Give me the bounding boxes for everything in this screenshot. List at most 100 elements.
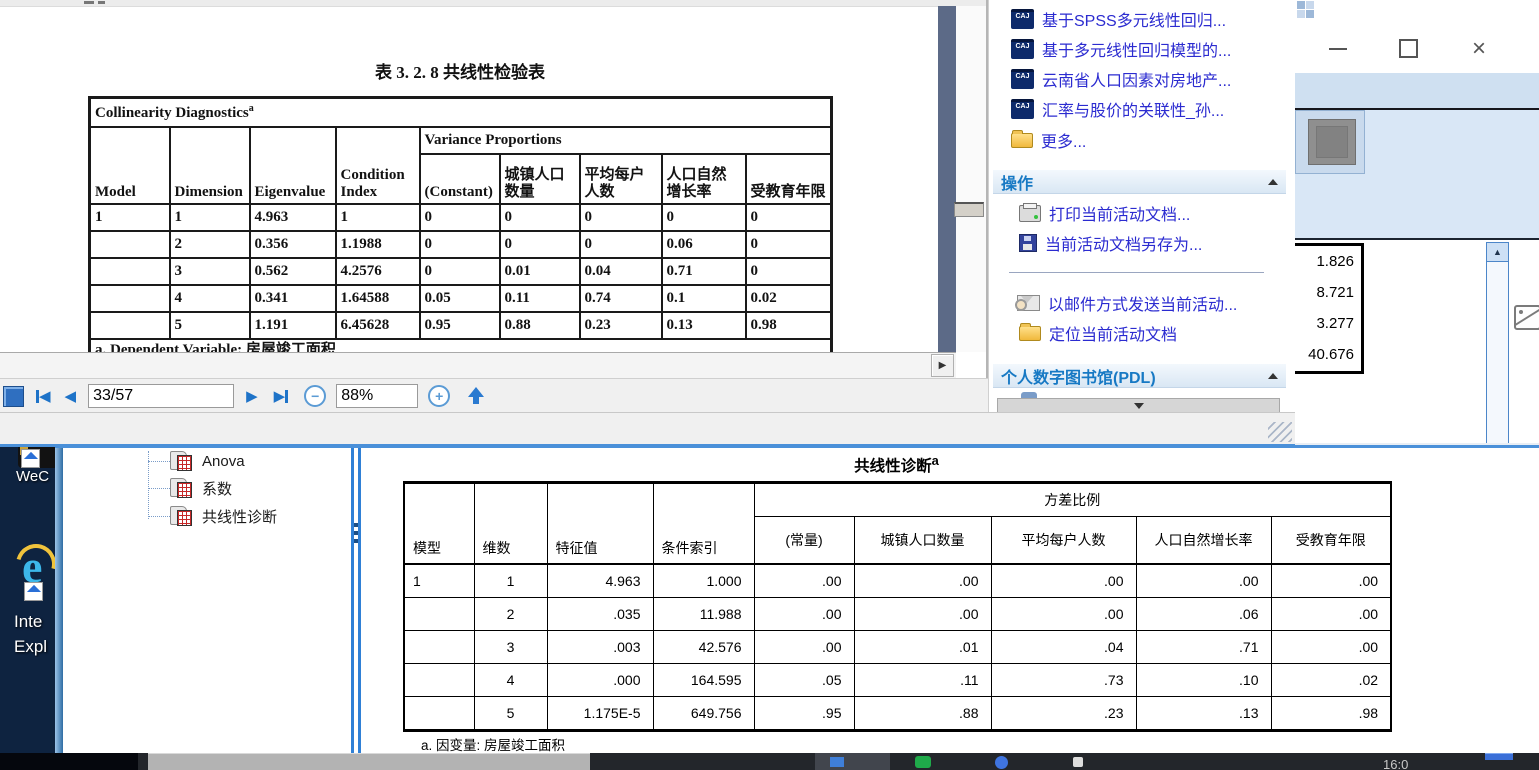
page-thumbnail[interactable] [1295,110,1365,174]
cell: 1 [168,203,251,232]
pdl-section-header[interactable]: 个人数字图书馆(PDL) [993,364,1286,388]
col-header: 平均每户人数 [578,153,663,205]
cell [88,230,171,259]
cell: 0.95 [418,311,501,340]
minimize-button[interactable] [1315,24,1361,73]
separator [1293,238,1539,240]
window-bottom-strip [0,412,1295,445]
preview-toolbar [1293,73,1539,108]
related-doc-link[interactable]: 汇率与股价的关联性_孙... [1011,96,1224,122]
cell: .88 [853,696,992,731]
scrollbar-thumb[interactable] [954,202,984,217]
cell: .00 [1270,597,1392,631]
table-footnote: a. 因变量: 房屋竣工面积 [421,738,566,753]
col-header: 人口自然增长率 [660,153,747,205]
page-nav-toolbar: ◀ ◀ ▶ ▶ − + [0,378,988,413]
close-button[interactable]: × [1456,24,1502,73]
ie-label-line2[interactable]: Expl [14,637,58,657]
show-desktop-button[interactable] [1485,753,1513,760]
zoom-out-icon[interactable]: − [304,385,327,407]
page-number-input[interactable] [88,384,235,408]
collinearity-scan-table: Collinearity Diagnosticsa Model Dimensio… [88,96,834,365]
cell: 0 [578,203,663,232]
caj-file-icon [1011,39,1034,59]
cell: .00 [1270,563,1392,598]
vertical-scrollbar[interactable]: ▲ [1486,242,1509,445]
blue-app-icon[interactable] [995,756,1008,769]
zoom-in-icon[interactable]: + [428,385,451,407]
pane-splitter[interactable] [350,448,363,753]
green-app-icon[interactable] [915,756,931,768]
tree-item-coefficients[interactable]: 系数 [170,475,232,501]
col-header: 受教育年限 [744,153,833,205]
cell: 0 [498,230,581,259]
next-page-icon[interactable]: ▶ [246,389,258,404]
collapse-arrow-icon[interactable] [1268,372,1278,379]
cell: 0.71 [660,257,747,286]
caj-viewer-window: 表 3. 2. 8 共线性检验表 Collinearity Diagnostic… [0,0,1295,447]
preview-window-titlebar[interactable]: × [1293,24,1539,74]
tree-item-anova[interactable]: Anova [170,448,245,474]
window-border[interactable] [55,448,63,753]
collinearity-diagnostics-table: 模型 维数 特征值 条件索引 方差比例 (常量) 城镇人口数量 平均每户人数 人… [403,481,1393,732]
prev-page-icon[interactable]: ◀ [65,389,77,404]
maximize-button[interactable] [1385,24,1431,73]
clock[interactable]: 16:0 [1383,757,1425,770]
related-doc-link[interactable]: 基于多元线性回归模型的... [1011,36,1231,62]
table-row: 3 0.562 4.2576 0 0.01 0.04 0.71 0 [88,257,833,286]
sidebar-scroll-down-button[interactable] [997,398,1280,412]
shortcut-arrow-icon [24,582,43,601]
section-title: 操作 [1001,175,1034,193]
taskbar-light-segment[interactable] [148,753,590,770]
link-label: 当前活动文档另存为... [1045,237,1203,254]
table-row: 3.003 42.576.00.01.04.71.00 [403,630,1392,664]
thumbnail-view-icon[interactable] [3,385,24,407]
cell: 1.64588 [334,284,421,313]
scroll-right-icon[interactable]: ▶ [931,354,954,377]
cell: 0 [744,257,833,286]
more-link[interactable]: 更多... [1011,127,1086,153]
internet-explorer-icon[interactable]: e [8,536,64,601]
col-header: 人口自然增长率 [1135,516,1272,565]
cell: 0 [744,203,833,232]
wechat-label[interactable]: WeC [16,468,56,485]
collapse-arrow-icon[interactable] [1268,178,1278,185]
cell: 0.23 [578,311,663,340]
cell: 5 [168,311,251,340]
email-document-link[interactable]: 以邮件方式发送当前活动... [1015,290,1237,316]
horizontal-scrollbar[interactable] [0,352,956,380]
print-document-link[interactable]: 打印当前活动文档... [1019,200,1190,226]
ie-label-line1[interactable]: Inte [14,612,58,632]
section-title: 个人数字图书馆(PDL) [1001,369,1156,387]
cell: 0 [418,230,501,259]
tree-item-collinearity[interactable]: 共线性诊断 [170,503,277,529]
zoom-level-input[interactable] [336,384,419,408]
locate-document-link[interactable]: 定位当前活动文档 [1019,320,1177,346]
scroll-down-icon [1133,403,1144,409]
tree-line [148,516,170,517]
cell [88,311,171,340]
save-as-link[interactable]: 当前活动文档另存为... [1019,230,1202,256]
taskbar-active-button[interactable] [815,753,890,770]
tray-icon[interactable] [1073,757,1083,767]
cell: 42.576 [652,630,755,664]
resize-grip[interactable] [1268,422,1292,442]
page-up-icon[interactable] [468,387,485,405]
cell: 0.01 [498,257,581,286]
save-icon [1019,234,1037,252]
table-icon [170,506,194,526]
image-placeholder-icon[interactable] [1514,305,1539,330]
window-icon [830,757,844,767]
last-page-icon[interactable]: ▶ [274,389,289,404]
tree-line [148,461,170,462]
related-doc-link[interactable]: 基于SPSS多元线性回归... [1011,6,1226,32]
first-page-icon[interactable]: ◀ [36,389,51,404]
cell [403,597,475,631]
scan-doc-title: 表 3. 2. 8 共线性检验表 [375,63,545,82]
operations-section-header[interactable]: 操作 [993,170,1286,194]
table-row: 2 0.356 1.1988 0 0 0 0.06 0 [88,230,833,259]
cell: .71 [1135,630,1272,664]
cell: .00 [753,563,855,598]
scroll-up-icon[interactable]: ▲ [1487,243,1508,262]
related-doc-link[interactable]: 云南省人口因素对房地产... [1011,66,1231,92]
